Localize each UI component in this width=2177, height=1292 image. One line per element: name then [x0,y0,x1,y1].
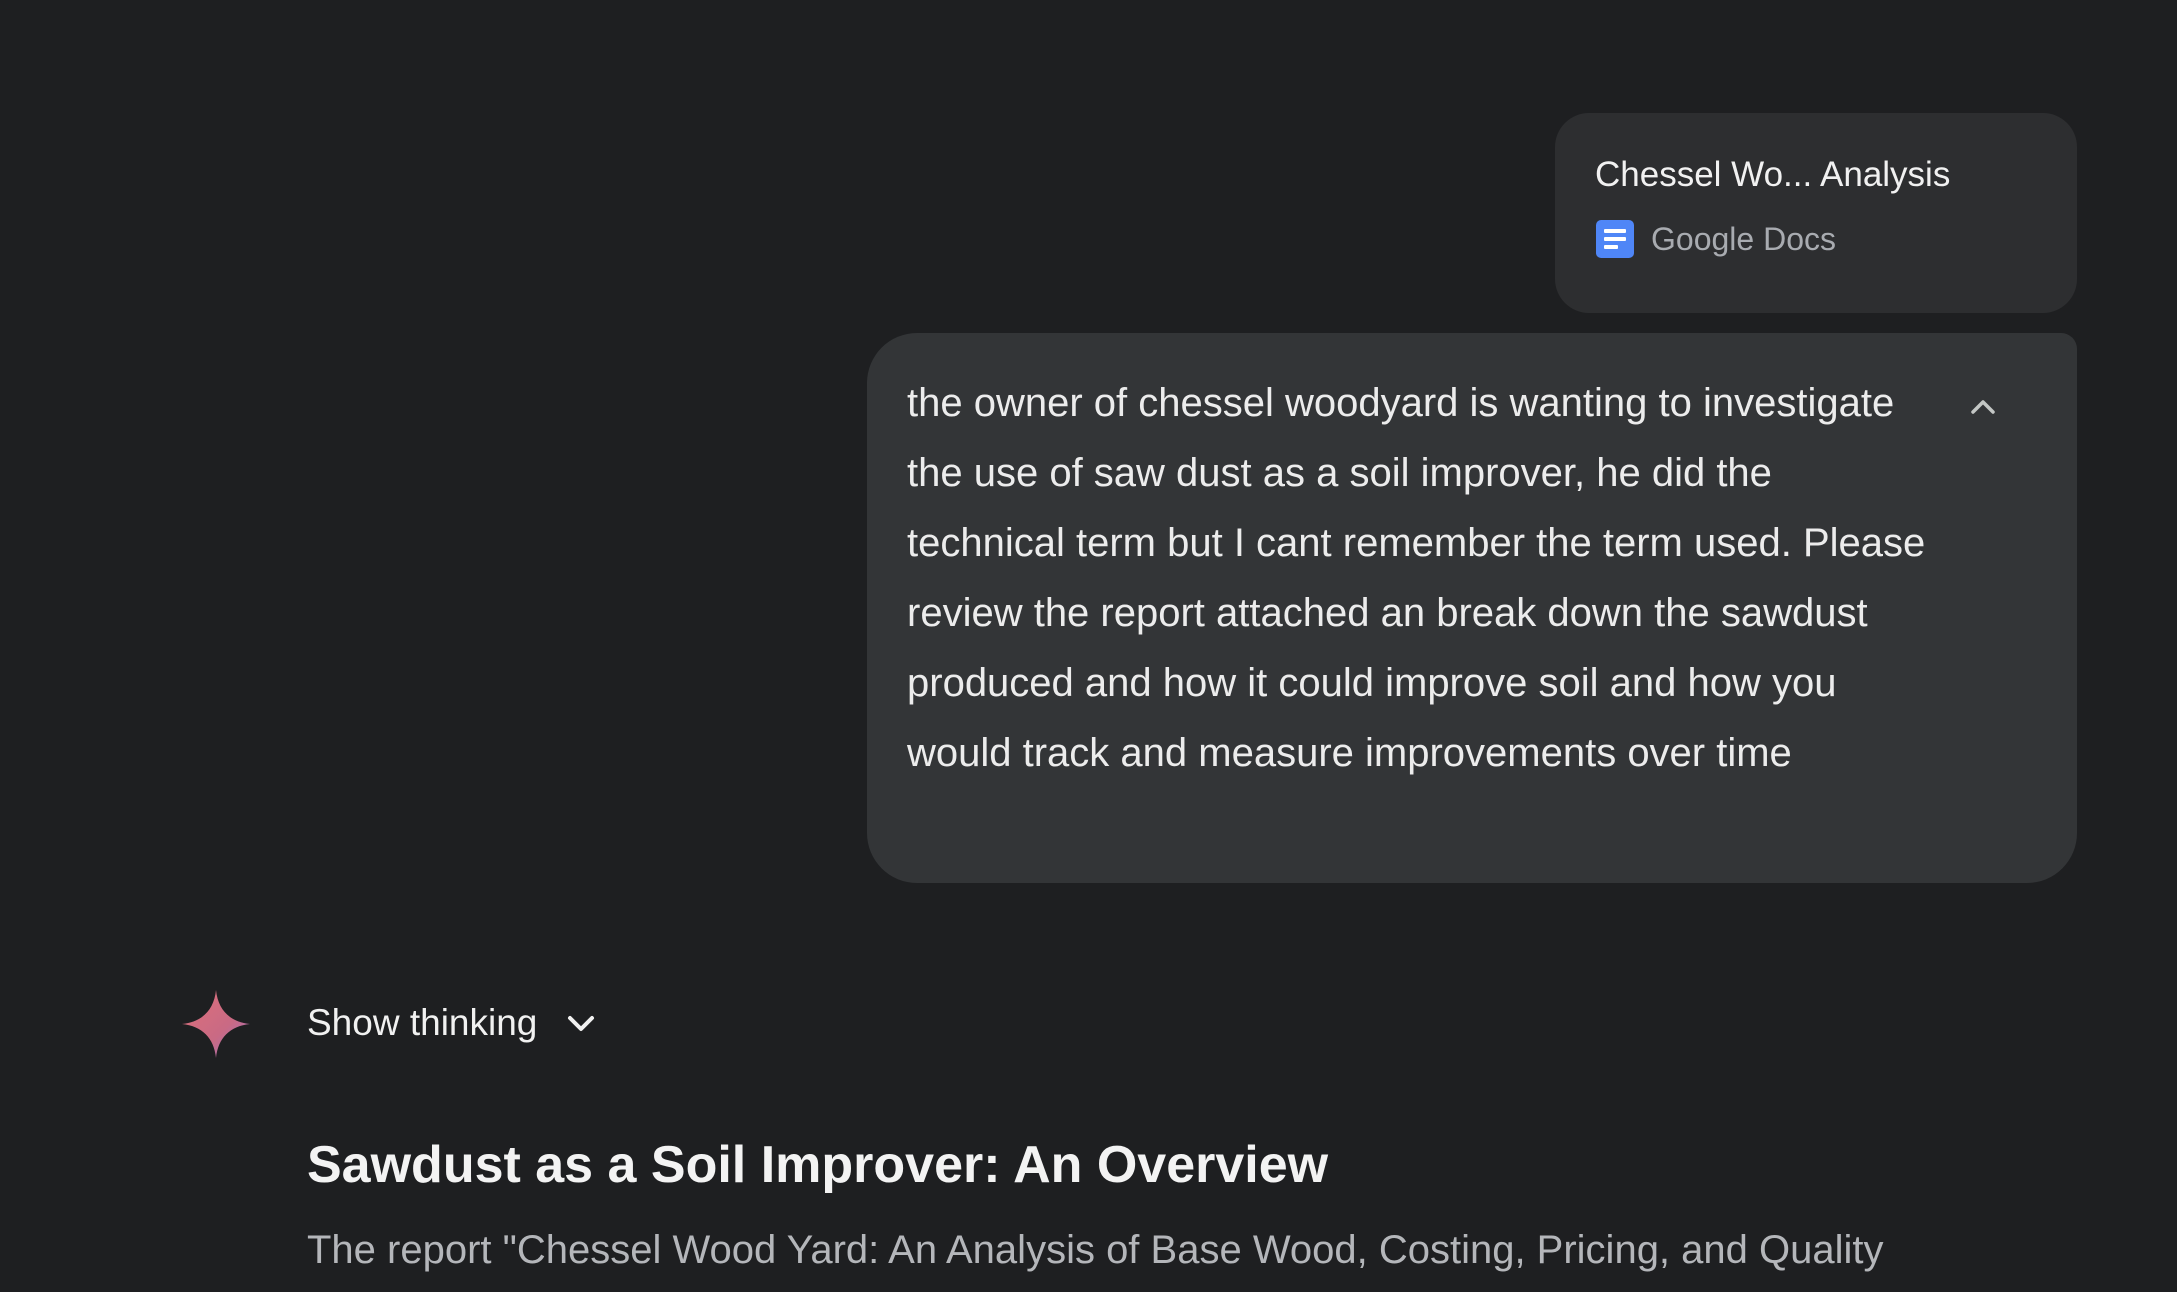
attachment-card[interactable]: Chessel Wo... Analysis Google Docs [1555,113,2077,313]
attachment-title: Chessel Wo... Analysis [1595,155,1951,194]
response-paragraph: The report "Chessel Wood Yard: An Analys… [307,1228,1884,1272]
gemini-sparkle-icon [180,988,252,1060]
show-thinking-label: Show thinking [307,1002,538,1043]
show-thinking-toggle[interactable]: Show thinking [307,998,597,1048]
user-message-text: the owner of chessel woodyard is wanting… [907,381,1926,775]
user-message-bubble: the owner of chessel woodyard is wanting… [867,333,2077,883]
attachment-source-label: Google Docs [1651,221,1836,257]
google-docs-icon [1595,219,1635,259]
chevron-up-icon [1971,400,1995,414]
attachment-source: Google Docs [1595,219,2037,259]
response-heading: Sawdust as a Soil Improver: An Overview [307,1136,1329,1194]
collapse-button[interactable] [1959,383,2007,431]
chevron-down-icon [568,1016,595,1031]
